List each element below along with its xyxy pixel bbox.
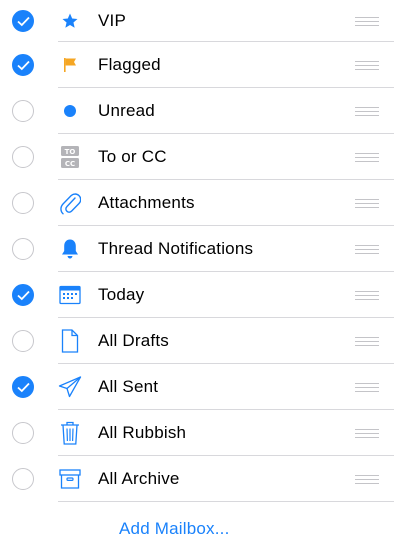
svg-text:CC: CC [65,160,75,168]
list-item[interactable]: Flagged [0,42,394,88]
reorder-handle-icon[interactable] [355,383,379,392]
list-item[interactable]: All Rubbish [0,410,394,456]
list-item[interactable]: Today [0,272,394,318]
to-cc-icon: TO CC [58,145,82,169]
reorder-handle-icon[interactable] [355,199,379,208]
paperclip-icon [58,191,82,215]
checkmark-icon[interactable] [12,10,34,32]
list-item[interactable]: All Archive [0,456,394,502]
checkmark-icon[interactable] [12,54,34,76]
star-icon [58,9,82,33]
bell-icon [58,237,82,261]
mailbox-label: All Rubbish [98,423,187,442]
calendar-icon [58,283,82,307]
unchecked-circle-icon[interactable] [12,192,34,214]
list-item[interactable]: Thread Notifications [0,226,394,272]
reorder-handle-icon[interactable] [355,107,379,116]
mailbox-label: Today [98,285,145,304]
reorder-handle-icon[interactable] [355,153,379,162]
unchecked-circle-icon[interactable] [12,100,34,122]
list-item[interactable]: All Drafts [0,318,394,364]
mailbox-label: Unread [98,101,155,120]
unchecked-circle-icon[interactable] [12,422,34,444]
reorder-handle-icon[interactable] [355,291,379,300]
paper-plane-icon [58,375,82,399]
mailbox-label: All Drafts [98,331,169,350]
mailbox-label: All Archive [98,469,180,488]
reorder-handle-icon[interactable] [355,61,379,70]
reorder-handle-icon[interactable] [355,17,379,26]
list-item[interactable]: VIP [0,0,394,42]
divider [58,501,394,502]
trash-icon [58,421,82,445]
mailbox-label: To or CC [98,147,167,166]
reorder-handle-icon[interactable] [355,337,379,346]
archive-icon [58,467,82,491]
reorder-handle-icon[interactable] [355,245,379,254]
unchecked-circle-icon[interactable] [12,330,34,352]
list-item[interactable]: Unread [0,88,394,134]
list-item[interactable]: All Sent [0,364,394,410]
unchecked-circle-icon[interactable] [12,238,34,260]
mailbox-list: VIP Flagged Unread TO CC To or CC Attachm… [0,0,394,502]
mailbox-label: VIP [98,11,127,30]
add-mailbox-button[interactable]: Add Mailbox... [119,519,230,539]
list-item[interactable]: TO CC To or CC [0,134,394,180]
mailbox-label: All Sent [98,377,159,396]
document-icon [58,329,82,353]
reorder-handle-icon[interactable] [355,429,379,438]
unread-dot-icon [58,99,82,123]
list-item[interactable]: Attachments [0,180,394,226]
mailbox-label: Attachments [98,193,195,212]
checkmark-icon[interactable] [12,376,34,398]
mailbox-label: Thread Notifications [98,239,254,258]
unchecked-circle-icon[interactable] [12,468,34,490]
svg-text:TO: TO [65,148,76,156]
unchecked-circle-icon[interactable] [12,146,34,168]
flag-icon [58,53,82,77]
checkmark-icon[interactable] [12,284,34,306]
reorder-handle-icon[interactable] [355,475,379,484]
mailbox-label: Flagged [98,55,161,74]
